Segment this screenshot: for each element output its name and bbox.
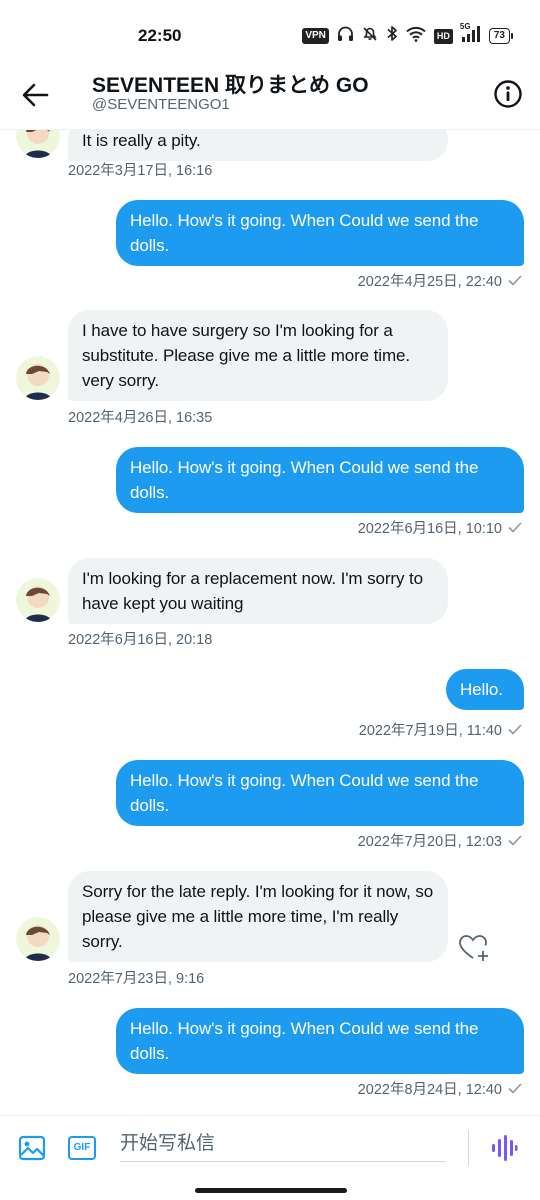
message-bubble-incoming[interactable]: Sorry for the late reply. I'm looking fo… [68,871,448,962]
avatar[interactable] [16,578,60,622]
message-bubble-incoming[interactable]: I have to have surgery so I'm looking fo… [68,310,448,401]
message-text: I'm looking for a replacement now. I'm s… [82,569,423,613]
hd-badge: HD [433,28,453,44]
message-timestamp: 2022年7月23日, 9:16 [68,971,205,987]
message-bubble-incoming[interactable]: It is really a pity. [68,130,448,161]
message-timestamp: 2022年7月19日, 11:40 [358,723,502,739]
message-input[interactable] [120,1126,446,1162]
bluetooth-icon [386,25,398,47]
message-bubble-outgoing[interactable]: Hello. How's it going. When Could we sen… [116,200,524,266]
message-bubble-outgoing[interactable]: Hello. How's it going. When Could we sen… [116,760,524,826]
headphones-icon [337,26,354,47]
info-icon[interactable] [493,79,523,109]
voice-wave-icon[interactable] [490,1132,518,1164]
sent-check-icon [508,273,522,287]
avatar[interactable] [16,130,60,158]
message-text: Hello. How's it going. When Could we sen… [130,1019,479,1063]
message-timestamp: 2022年8月24日, 12:40 [357,1082,502,1098]
vpn-badge: VPN [302,28,329,44]
gif-button[interactable]: GIF [68,1136,96,1160]
sent-check-icon [508,520,522,534]
wifi-icon [406,26,426,47]
avatar[interactable] [16,917,60,961]
message-timestamp: 2022年6月16日, 20:18 [68,632,213,648]
message-timestamp: 2022年4月25日, 22:40 [357,274,502,290]
sent-check-icon [508,1081,522,1095]
message-text: I have to have surgery so I'm looking fo… [82,321,410,390]
mute-icon [362,26,378,47]
sent-check-icon [508,833,522,847]
conversation-header: SEVENTEEN 取りまとめ GO @SEVENTEENGO1 [0,58,540,130]
conversation-handle: @SEVENTEENGO1 [92,96,230,113]
sent-check-icon [508,722,522,736]
status-time: 22:50 [138,26,182,45]
message-text: Hello. [460,680,503,699]
message-timestamp: 2022年6月16日, 10:10 [357,521,502,537]
message-bubble-incoming[interactable]: I'm looking for a replacement now. I'm s… [68,558,448,624]
message-bubble-outgoing[interactable]: Hello. How's it going. When Could we sen… [116,447,524,513]
message-text: Sorry for the late reply. I'm looking fo… [82,882,434,951]
message-timestamp: 2022年7月20日, 12:03 [357,834,502,850]
avatar[interactable] [16,356,60,400]
react-heart-add-icon[interactable] [458,933,490,963]
message-text: It is really a pity. [82,131,201,150]
message-text: Hello. How's it going. When Could we sen… [130,211,479,255]
composer-divider [468,1130,469,1166]
back-arrow-icon[interactable] [20,80,50,110]
message-list[interactable]: It is really a pity. 2022年3月17日, 16:16 H… [0,130,540,1115]
message-bubble-outgoing[interactable]: Hello. [446,669,524,710]
network-type: 5G [459,21,471,31]
message-timestamp: 2022年3月17日, 16:16 [68,163,213,179]
conversation-title[interactable]: SEVENTEEN 取りまとめ GO [92,69,369,99]
image-icon[interactable] [18,1134,46,1162]
signal-icon: 5G [460,22,481,47]
message-text: Hello. How's it going. When Could we sen… [130,458,479,502]
status-icons: VPN HD 5G 73 [302,22,514,47]
message-text: Hello. How's it going. When Could we sen… [130,771,479,815]
message-composer: GIF [0,1115,540,1200]
message-timestamp: 2022年4月26日, 16:35 [68,410,213,426]
battery-indicator: 73 [488,28,514,44]
home-indicator[interactable] [195,1188,347,1193]
message-bubble-outgoing[interactable]: Hello. How's it going. When Could we sen… [116,1008,524,1074]
